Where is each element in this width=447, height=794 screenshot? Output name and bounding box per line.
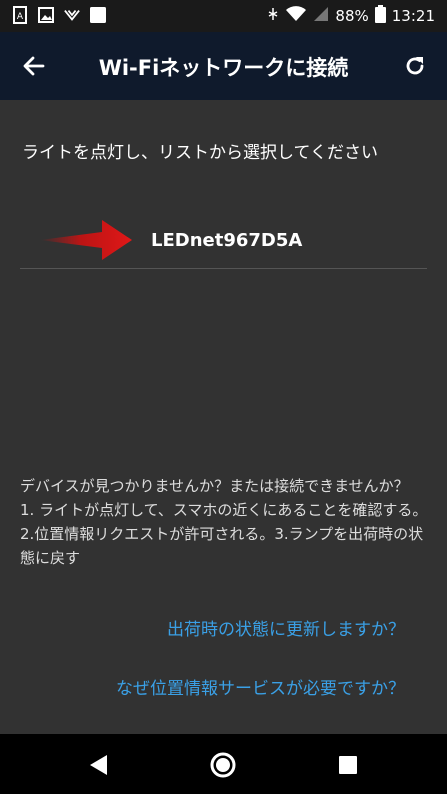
vibrate-icon	[267, 7, 279, 25]
refresh-button[interactable]	[401, 52, 429, 80]
cell-signal-icon	[313, 6, 329, 26]
wifi-icon	[285, 6, 307, 26]
battery-icon	[374, 5, 386, 27]
red-arrow-icon	[40, 220, 132, 260]
triangle-back-icon	[90, 755, 107, 775]
network-list-item[interactable]: LEDnet967D5A	[20, 210, 427, 269]
nav-back-button[interactable]	[84, 750, 114, 780]
network-name: LEDnet967D5A	[151, 230, 303, 251]
help-steps: 1. ライトが点灯して、スマホの近くにあることを確認する。2.位置情報リクエスト…	[20, 501, 428, 567]
factory-reset-link[interactable]: 出荷時の状態に更新しますか？	[167, 615, 405, 640]
status-bar: A 88% 13:21	[0, 0, 447, 32]
nav-recent-button[interactable]	[333, 750, 363, 780]
image-notification-icon	[38, 6, 54, 24]
battery-percent: 88%	[335, 7, 369, 25]
app-bar: Wi-Fiネットワークに接続	[0, 32, 447, 100]
instruction-text: ライトを点灯し、リストから選択してください	[22, 143, 378, 163]
signal-notification-icon	[64, 6, 80, 24]
app-notification-icon	[90, 6, 106, 24]
svg-text:A: A	[17, 12, 24, 22]
navigation-bar	[0, 734, 447, 794]
nav-home-button[interactable]	[208, 750, 238, 780]
help-question: デバイスが見つかりませんか？または接続できませんか？	[20, 477, 409, 495]
help-text: デバイスが見つかりませんか？または接続できませんか？ 1. ライトが点灯して、ス…	[20, 474, 430, 570]
square-recent-icon	[339, 756, 357, 774]
location-service-link[interactable]: なぜ位置情報サービスが必要ですか？	[116, 674, 405, 699]
page-title: Wi-Fiネットワークに接続	[98, 56, 349, 80]
clock: 13:21	[391, 7, 435, 25]
circle-home-icon	[210, 752, 236, 778]
android-notification-icon: A	[12, 6, 28, 24]
refresh-icon	[406, 57, 424, 75]
